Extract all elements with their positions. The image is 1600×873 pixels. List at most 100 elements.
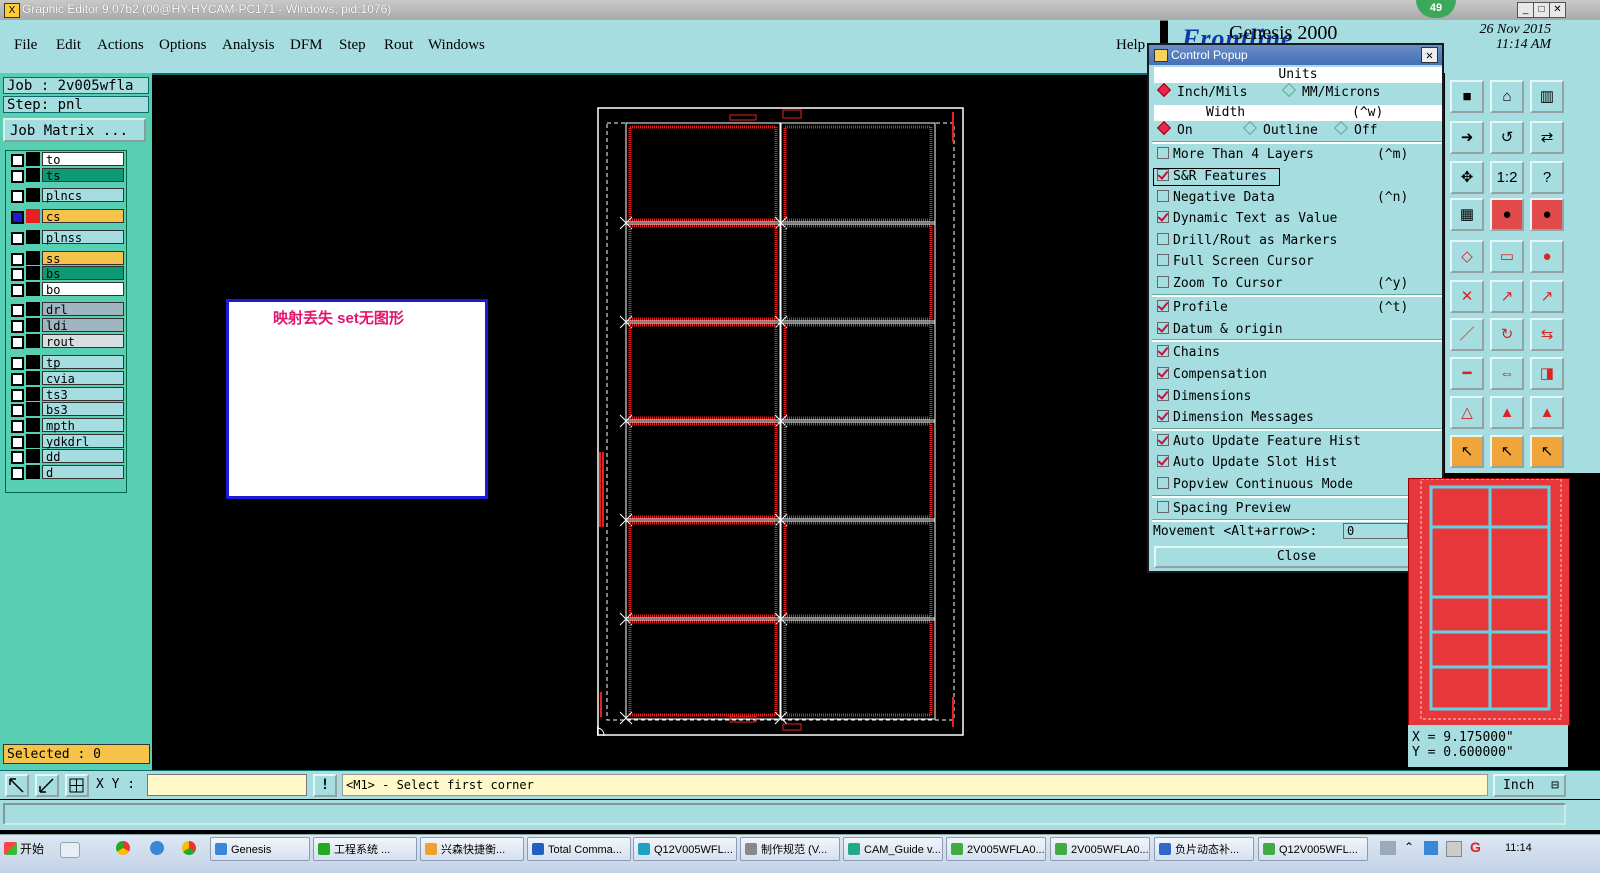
layer-color-swatch[interactable] (26, 282, 40, 296)
grid-view-icon[interactable]: ▦ (1450, 198, 1484, 231)
help-icon[interactable]: ? (1530, 161, 1564, 194)
zoom-area-icon[interactable] (5, 774, 29, 797)
option-full-screen-cursor[interactable]: Full Screen Cursor (1157, 254, 1437, 270)
layer-name[interactable]: dd (42, 449, 124, 464)
layer-checkbox[interactable] (11, 336, 24, 349)
menu-dfm[interactable]: DFM (290, 37, 323, 54)
taskbar-item[interactable]: Total Comma... (527, 837, 631, 861)
alert-icon[interactable]: ! (313, 774, 337, 797)
checkbox-icon[interactable] (1157, 477, 1169, 489)
unit-selector[interactable]: Inch ⊟ (1493, 774, 1566, 797)
taskbar-item[interactable]: Q12V005WFL... (633, 837, 737, 861)
taskbar-item[interactable]: 负片动态补... (1154, 837, 1254, 861)
taskbar-item[interactable]: CAM_Guide v... (843, 837, 943, 861)
layer-color-swatch[interactable] (26, 465, 40, 479)
layer-row-ldi[interactable]: ldi (6, 318, 126, 333)
layer-color-swatch[interactable] (26, 188, 40, 202)
checkbox-icon[interactable] (1157, 211, 1169, 223)
layout-icon[interactable]: ▥ (1530, 80, 1564, 113)
tray-device-icon[interactable] (1446, 841, 1462, 857)
layer-name[interactable]: ydkdrl (42, 434, 124, 449)
arc-snap-icon[interactable]: ▲ (1530, 396, 1564, 429)
layer-row-ss[interactable]: ss (6, 251, 126, 266)
layer-name[interactable]: drl (42, 302, 124, 317)
layer-name[interactable]: bs3 (42, 402, 124, 417)
layer-checkbox[interactable] (11, 232, 24, 245)
layer-checkbox[interactable] (11, 253, 24, 266)
save-icon[interactable]: ■ (1450, 80, 1484, 113)
menu-edit[interactable]: Edit (56, 37, 81, 54)
layer-color-swatch[interactable] (26, 449, 40, 463)
layer-checkbox[interactable] (11, 284, 24, 297)
layer-row-drl[interactable]: drl (6, 302, 126, 317)
width-off-radio[interactable]: Off (1333, 120, 1377, 139)
grid-icon[interactable] (65, 774, 89, 797)
option-zoom-to-cursor[interactable]: Zoom To Cursor (^y) (1157, 276, 1437, 292)
delete-icon[interactable]: ✕ (1450, 280, 1484, 313)
mirror-icon[interactable]: ⇆ (1530, 318, 1564, 351)
layer-checkbox[interactable] (11, 170, 24, 183)
layer-checkbox[interactable] (11, 190, 24, 203)
layer-multi-icon[interactable]: ● (1530, 198, 1564, 231)
undo-icon[interactable]: ↺ (1490, 121, 1524, 154)
layer-checkbox[interactable] (11, 436, 24, 449)
layer-row-ts[interactable]: ts (6, 168, 126, 183)
layer-color-swatch[interactable] (26, 251, 40, 265)
layer-name[interactable]: bo (42, 282, 124, 297)
layer-color-swatch[interactable] (26, 434, 40, 448)
checkbox-icon[interactable] (1157, 345, 1169, 357)
select-one-icon[interactable]: ↖ (1490, 435, 1524, 468)
checkbox-icon[interactable] (1157, 300, 1169, 312)
layer-row-rout[interactable]: rout (6, 334, 126, 349)
arc-icon[interactable]: ▲ (1490, 396, 1524, 429)
taskbar-item[interactable]: Genesis (210, 837, 310, 861)
reshape-icon[interactable]: ⇄ (1530, 121, 1564, 154)
layer-row-ydkdrl[interactable]: ydkdrl (6, 434, 126, 449)
movement-input[interactable] (1343, 523, 1408, 539)
option-compensation[interactable]: Compensation (1157, 367, 1437, 383)
fill-circle-icon[interactable]: ● (1530, 240, 1564, 273)
menu-step[interactable]: Step (339, 37, 366, 54)
layer-checkbox[interactable] (11, 304, 24, 317)
layer-color-swatch[interactable] (26, 387, 40, 401)
layer-row-plncs[interactable]: plncs (6, 188, 126, 203)
option-more-than-4-layers[interactable]: More Than 4 Layers (^m) (1157, 147, 1437, 163)
unit-inch-radio[interactable]: Inch/Mils (1156, 82, 1247, 101)
line-icon[interactable]: ／ (1450, 318, 1484, 351)
layer-name[interactable]: plnss (42, 230, 124, 245)
option-dimensions[interactable]: Dimensions (1157, 389, 1437, 405)
checkbox-icon[interactable] (1157, 322, 1169, 334)
option-negative-data[interactable]: Negative Data (^n) (1157, 190, 1437, 206)
layer-color-swatch[interactable] (26, 152, 40, 166)
layer-checkbox[interactable] (11, 320, 24, 333)
layer-checkbox[interactable] (11, 268, 24, 281)
layer-row-bs[interactable]: bs (6, 266, 126, 281)
layer-row-mpth[interactable]: mpth (6, 418, 126, 433)
layer-name[interactable]: plncs (42, 188, 124, 203)
taskbar-item[interactable]: Q12V005WFL... (1258, 837, 1368, 861)
layer-checkbox[interactable] (11, 451, 24, 464)
layer-checkbox[interactable] (11, 211, 24, 224)
start-button[interactable]: 开始 (2, 837, 44, 861)
menu-options[interactable]: Options (159, 37, 207, 54)
layer-checkbox[interactable] (11, 154, 24, 167)
layer-name[interactable]: tp (42, 355, 124, 370)
checkbox-icon[interactable] (1157, 254, 1169, 266)
checkbox-icon[interactable] (1157, 147, 1169, 159)
pan-icon[interactable]: ✥ (1450, 161, 1484, 194)
layer-color-swatch[interactable] (26, 209, 40, 223)
layer-name[interactable]: cs (42, 209, 124, 224)
checkbox-icon[interactable] (1157, 410, 1169, 422)
option-drill-rout-as-markers[interactable]: Drill/Rout as Markers (1157, 233, 1437, 249)
taskbar-item[interactable]: 2V005WFLA0... (1050, 837, 1150, 861)
layer-checkbox[interactable] (11, 420, 24, 433)
layer-row-d[interactable]: d (6, 465, 126, 480)
unit-mm-radio[interactable]: MM/Microns (1281, 82, 1380, 101)
taskbar-item[interactable]: 制作规范 (V... (740, 837, 840, 861)
layer-checkbox[interactable] (11, 357, 24, 370)
option-datum-origin[interactable]: Datum & origin (1157, 322, 1437, 338)
taskbar-item[interactable]: 2V005WFLA0... (946, 837, 1046, 861)
select-multi-icon[interactable]: ↖ (1530, 435, 1564, 468)
layer-row-bs3[interactable]: bs3 (6, 402, 126, 417)
triangle-icon[interactable]: △ (1450, 396, 1484, 429)
